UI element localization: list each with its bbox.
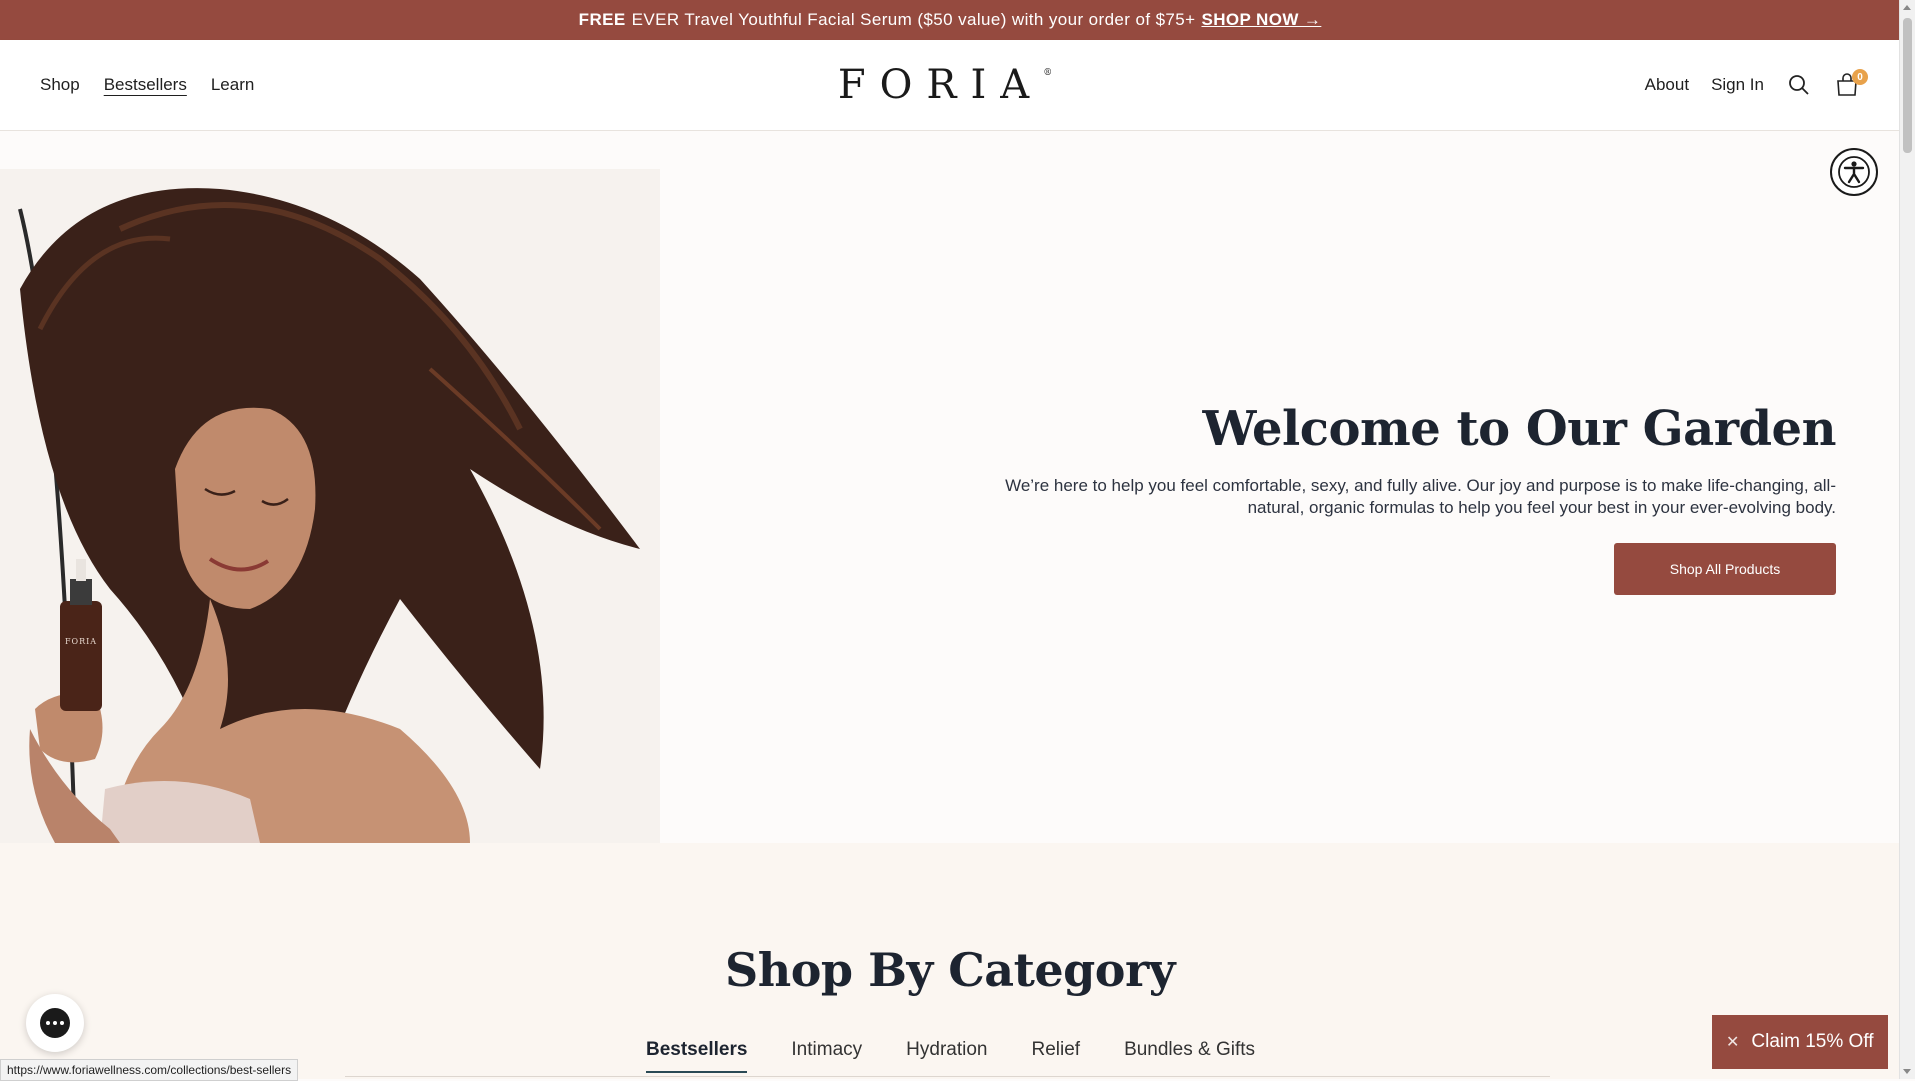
accessibility-icon[interactable] (1830, 148, 1878, 196)
secondary-nav: About Sign In 0 (1645, 40, 1868, 130)
category-title: Shop By Category (725, 943, 1175, 997)
hero-section: FORIA Welcome to Our Garden We’re here t… (0, 131, 1900, 843)
nav-shop[interactable]: Shop (40, 75, 80, 95)
tab-divider (345, 1076, 1550, 1077)
tab-bestsellers[interactable]: Bestsellers (646, 1039, 748, 1073)
announcement-bar: FREE EVER Travel Youthful Facial Serum (… (0, 0, 1900, 40)
chat-dot (46, 1021, 50, 1025)
logo-text: FORIA (837, 62, 1044, 108)
cart-icon[interactable]: 0 (1834, 69, 1868, 98)
nav-about[interactable]: About (1645, 75, 1689, 95)
scroll-thumb[interactable] (1903, 18, 1912, 153)
announcement-shop-now-link[interactable]: SHOP NOW → (1201, 10, 1321, 30)
tab-hydration[interactable]: Hydration (906, 1039, 987, 1073)
scroll-up-arrow[interactable] (1903, 5, 1911, 10)
page-scrollbar[interactable] (1899, 0, 1915, 1079)
tab-relief[interactable]: Relief (1031, 1039, 1080, 1073)
tab-intimacy[interactable]: Intimacy (791, 1039, 862, 1073)
status-url: https://www.foriawellness.com/collection… (0, 1059, 299, 1081)
tab-bundles-gifts[interactable]: Bundles & Gifts (1124, 1039, 1255, 1073)
announcement-bold: FREE (578, 10, 626, 29)
hero-text: Welcome to Our Garden We’re here to help… (936, 401, 1837, 595)
claim-label[interactable]: Claim 15% Off (1751, 1031, 1873, 1053)
hero-title: Welcome to Our Garden (1202, 401, 1836, 457)
nav-learn[interactable]: Learn (211, 75, 254, 95)
shop-by-category-section: Shop By Category Bestsellers Intimacy Hy… (0, 843, 1900, 1079)
foria-logo[interactable]: FORIA ® (838, 62, 1052, 108)
chat-bubble (40, 1008, 70, 1038)
primary-nav: Shop Bestsellers Learn (40, 40, 254, 130)
nav-sign-in[interactable]: Sign In (1711, 75, 1764, 95)
hero-description: We’re here to help you feel comfortable,… (936, 475, 1836, 519)
search-icon[interactable] (1786, 72, 1812, 98)
nav-bestsellers[interactable]: Bestsellers (104, 75, 187, 95)
bottle-label: FORIA (65, 637, 97, 646)
chat-dot (53, 1021, 57, 1025)
hero-description-line-2: natural, organic formulas to help you fe… (1247, 498, 1836, 517)
shop-all-products-button[interactable]: Shop All Products (1614, 543, 1836, 595)
category-tabs: Bestsellers Intimacy Hydration Relief Bu… (646, 1039, 1255, 1073)
hero-description-line-1: We’re here to help you feel comfortable,… (1005, 476, 1836, 495)
chat-dot (60, 1021, 64, 1025)
close-icon[interactable]: ✕ (1726, 1032, 1739, 1052)
logo-registered-mark: ® (1043, 68, 1053, 78)
cart-count-badge: 0 (1852, 69, 1868, 85)
site-header: Shop Bestsellers Learn FORIA ® About Sign… (0, 40, 1900, 131)
chat-icon[interactable] (26, 994, 84, 1052)
scroll-down-arrow[interactable] (1903, 1069, 1911, 1074)
announcement-text: EVER Travel Youthful Facial Serum ($50 v… (631, 10, 1196, 29)
claim-discount-button[interactable]: ✕ Claim 15% Off (1712, 1015, 1888, 1069)
hero-image: FORIA (0, 169, 660, 843)
